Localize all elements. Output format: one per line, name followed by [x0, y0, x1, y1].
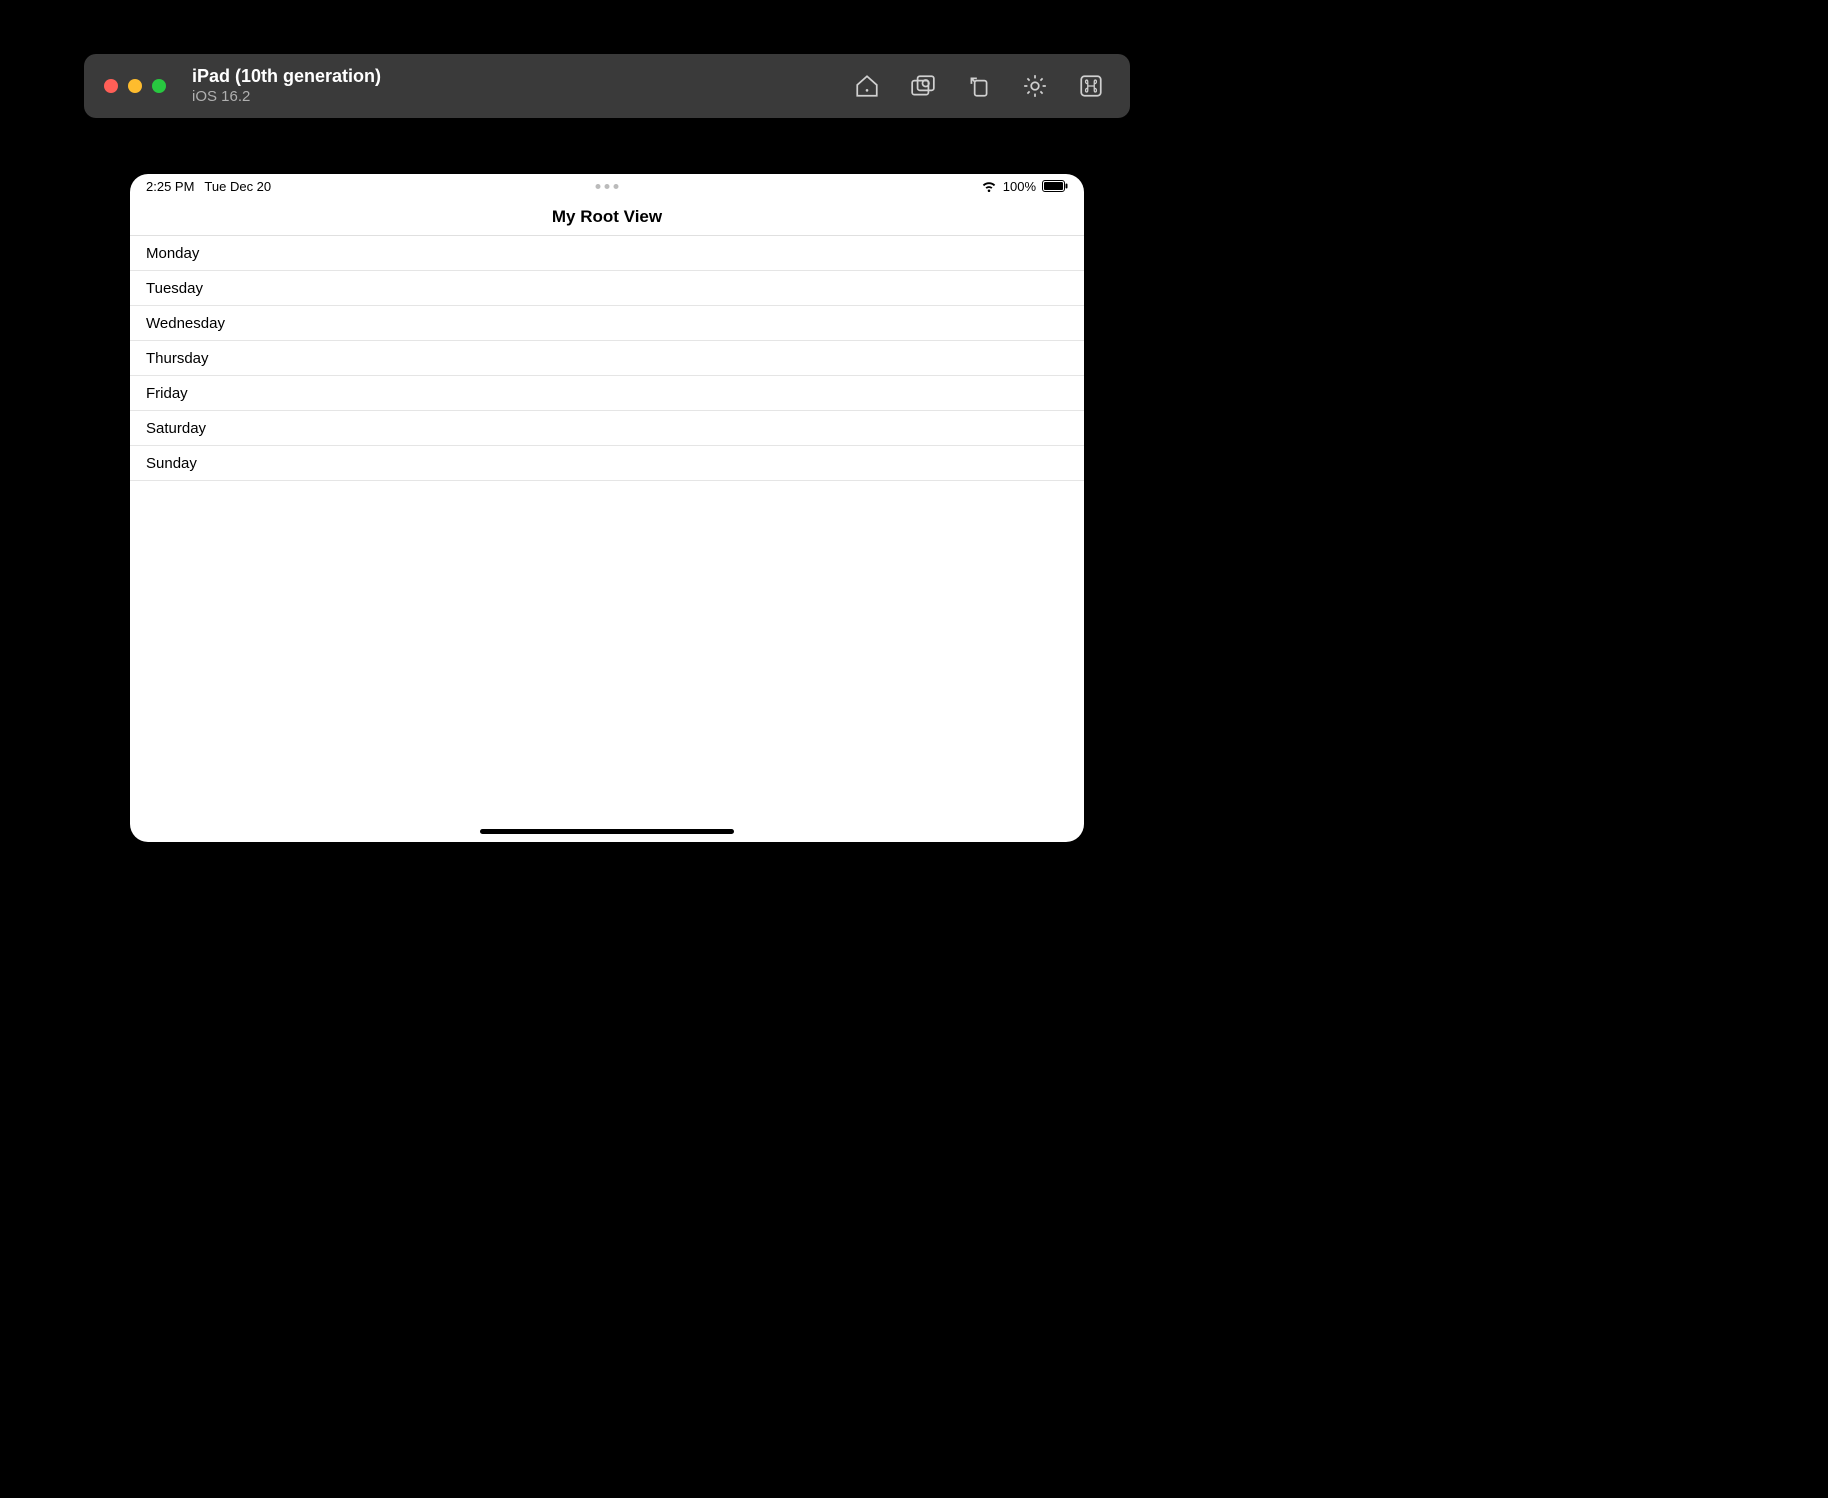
minimize-window-button[interactable] [128, 79, 142, 93]
brightness-icon[interactable] [1022, 73, 1048, 99]
ipad-screen: 2:25 PM Tue Dec 20 100% [130, 174, 1084, 842]
multitask-dots-icon[interactable] [596, 184, 619, 189]
window-controls [104, 79, 166, 93]
home-icon[interactable] [854, 73, 880, 99]
status-time: 2:25 PM [146, 179, 194, 194]
list-item[interactable]: Monday [130, 236, 1084, 271]
navigation-bar: My Root View [130, 198, 1084, 236]
list-item-label: Sunday [146, 455, 197, 472]
status-bar-right: 100% [981, 179, 1068, 194]
wifi-icon [981, 180, 997, 192]
list-item-label: Thursday [146, 350, 209, 367]
list-item[interactable]: Saturday [130, 411, 1084, 446]
battery-icon [1042, 180, 1068, 192]
simulator-toolbar: iPad (10th generation) iOS 16.2 [84, 54, 1130, 118]
list-item[interactable]: Wednesday [130, 306, 1084, 341]
status-date: Tue Dec 20 [204, 179, 271, 194]
battery-percent: 100% [1003, 179, 1036, 194]
list-item-label: Tuesday [146, 280, 203, 297]
list-item-label: Saturday [146, 420, 206, 437]
ios-status-bar: 2:25 PM Tue Dec 20 100% [130, 174, 1084, 198]
keyboard-shortcuts-icon[interactable] [1078, 73, 1104, 99]
zoom-window-button[interactable] [152, 79, 166, 93]
close-window-button[interactable] [104, 79, 118, 93]
list-item[interactable]: Sunday [130, 446, 1084, 481]
toolbar-actions [854, 73, 1110, 99]
page-title: My Root View [552, 207, 662, 227]
device-os-label: iOS 16.2 [192, 88, 381, 106]
list-item-label: Wednesday [146, 315, 225, 332]
list-item[interactable]: Friday [130, 376, 1084, 411]
list-item-label: Friday [146, 385, 188, 402]
days-list: Monday Tuesday Wednesday Thursday Friday… [130, 236, 1084, 842]
list-item[interactable]: Tuesday [130, 271, 1084, 306]
screenshot-icon[interactable] [910, 73, 936, 99]
status-bar-left: 2:25 PM Tue Dec 20 [146, 179, 271, 194]
ipad-device-frame: 2:25 PM Tue Dec 20 100% [84, 128, 1130, 888]
rotate-icon[interactable] [966, 73, 992, 99]
home-indicator[interactable] [480, 829, 734, 834]
list-item-label: Monday [146, 245, 199, 262]
device-name-label: iPad (10th generation) [192, 66, 381, 88]
device-info: iPad (10th generation) iOS 16.2 [192, 66, 381, 106]
list-item[interactable]: Thursday [130, 341, 1084, 376]
